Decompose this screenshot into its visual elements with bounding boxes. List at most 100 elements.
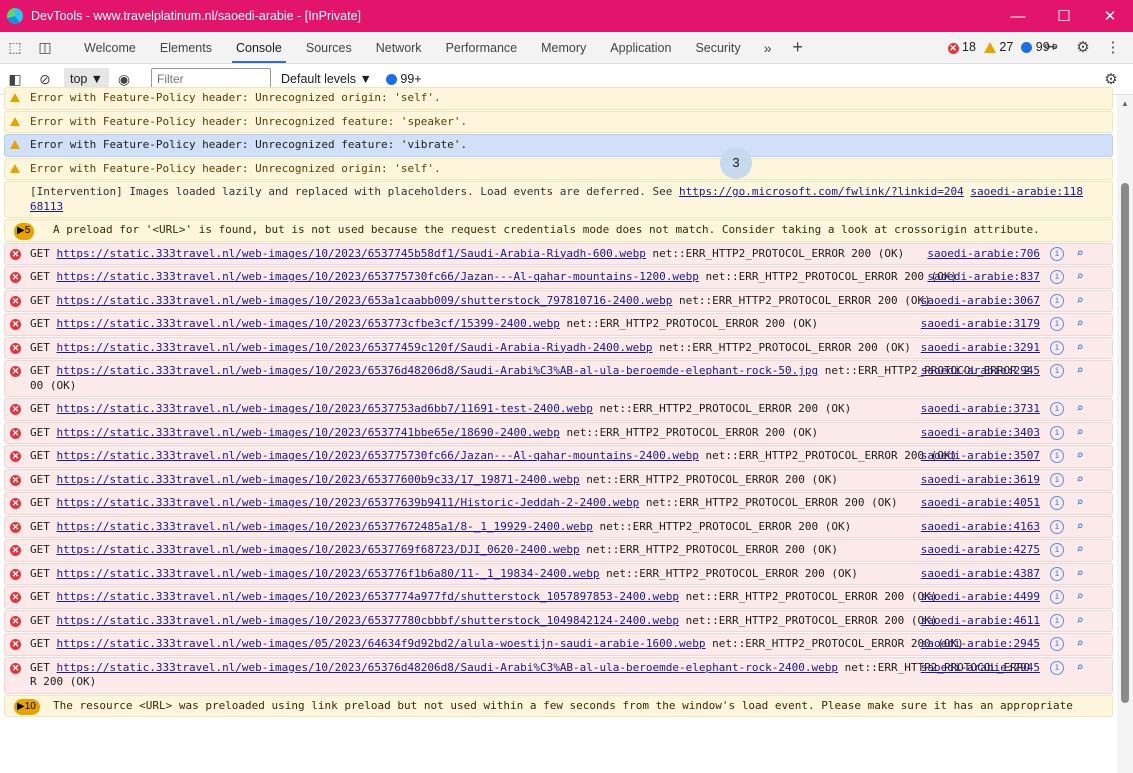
insights-icon[interactable]: i: [1050, 402, 1064, 416]
request-url-link[interactable]: https://static.333travel.nl/web-images/1…: [57, 567, 600, 580]
search-icon[interactable]: ⌕: [1074, 661, 1086, 673]
search-icon[interactable]: ⌕: [1074, 270, 1086, 282]
tab-memory[interactable]: Memory: [529, 33, 598, 63]
request-url-link[interactable]: https://static.333travel.nl/web-images/1…: [57, 473, 580, 486]
source-link[interactable]: saoedi-arabie:4163: [921, 520, 1040, 535]
search-icon[interactable]: ⌕: [1074, 341, 1086, 353]
connection-icon[interactable]: ⚯: [1037, 32, 1065, 62]
console-error-row[interactable]: ✕ GET https://static.333travel.nl/web-ima…: [4, 398, 1113, 421]
insights-icon[interactable]: i: [1050, 543, 1064, 557]
console-scrollbar[interactable]: ▲: [1117, 95, 1133, 773]
source-link[interactable]: saoedi-arabie:4499: [921, 590, 1040, 605]
search-icon[interactable]: ⌕: [1074, 543, 1086, 555]
search-icon[interactable]: ⌕: [1074, 294, 1086, 306]
console-error-row[interactable]: ✕ GET https://static.333travel.nl/web-ima…: [4, 656, 1113, 694]
insights-icon[interactable]: i: [1050, 660, 1064, 675]
console-error-row[interactable]: ✕ GET https://static.333travel.nl/web-ima…: [4, 539, 1113, 562]
source-link[interactable]: saoedi-arabie:4611: [921, 614, 1040, 629]
console-info-badge[interactable]: 99+: [385, 72, 422, 86]
request-url-link[interactable]: https://static.333travel.nl/web-images/1…: [57, 270, 699, 283]
console-warning-row[interactable]: Error with Feature-Policy header: Unreco…: [4, 87, 1113, 110]
console-warning-row[interactable]: Error with Feature-Policy header: Unreco…: [4, 157, 1113, 180]
source-link[interactable]: saoedi-arabie:2945: [921, 637, 1040, 652]
search-icon[interactable]: ⌕: [1074, 247, 1086, 259]
source-link[interactable]: saoedi-arabie:837: [927, 270, 1040, 285]
request-url-link[interactable]: https://static.333travel.nl/web-images/1…: [57, 590, 680, 603]
request-url-link[interactable]: https://static.333travel.nl/web-images/1…: [57, 496, 640, 509]
source-link[interactable]: saoedi-arabie:4275: [921, 543, 1040, 558]
more-tabs-icon[interactable]: »: [753, 33, 783, 63]
request-url-link[interactable]: https://static.333travel.nl/web-images/1…: [57, 247, 646, 260]
message-link[interactable]: https://go.microsoft.com/fwlink/?linkid=…: [679, 185, 964, 198]
tab-elements[interactable]: Elements: [148, 33, 224, 63]
insights-icon[interactable]: i: [1050, 637, 1064, 651]
insights-icon[interactable]: i: [1050, 364, 1064, 378]
device-emulation-icon[interactable]: ◫: [30, 33, 60, 63]
request-url-link[interactable]: https://static.333travel.nl/web-images/1…: [57, 364, 819, 377]
source-link[interactable]: saoedi-arabie:3619: [921, 473, 1040, 488]
request-url-link[interactable]: https://static.333travel.nl/web-images/1…: [57, 317, 560, 330]
search-icon[interactable]: ⌕: [1074, 637, 1086, 649]
expand-triangle-icon[interactable]: ▶: [17, 225, 25, 236]
console-error-row[interactable]: ✕ GET https://static.333travel.nl/web-ima…: [4, 242, 1113, 265]
more-options-icon[interactable]: ⋮: [1099, 32, 1127, 62]
search-icon[interactable]: ⌕: [1074, 426, 1086, 438]
request-url-link[interactable]: https://static.333travel.nl/web-images/1…: [57, 520, 593, 533]
insights-icon[interactable]: i: [1050, 449, 1064, 463]
tab-console[interactable]: Console: [224, 33, 294, 63]
console-error-row[interactable]: ✕ GET https://static.333travel.nl/web-ima…: [4, 360, 1113, 397]
settings-gear-icon[interactable]: ⚙: [1069, 32, 1097, 62]
tab-sources[interactable]: Sources: [294, 33, 364, 63]
search-icon[interactable]: ⌕: [1074, 614, 1086, 626]
request-url-link[interactable]: https://static.333travel.nl/web-images/1…: [57, 543, 580, 556]
source-link[interactable]: saoedi-arabie:706: [927, 247, 1040, 262]
request-url-link[interactable]: https://static.333travel.nl/web-images/1…: [57, 614, 680, 627]
search-icon[interactable]: ⌕: [1074, 567, 1086, 579]
source-link[interactable]: saoedi-arabie:2945: [921, 364, 1040, 379]
console-error-row[interactable]: ✕ GET https://static.333travel.nl/web-ima…: [4, 445, 1113, 468]
search-icon[interactable]: ⌕: [1074, 473, 1086, 485]
request-url-link[interactable]: https://static.333travel.nl/web-images/1…: [57, 426, 560, 439]
insights-icon[interactable]: i: [1050, 496, 1064, 510]
minimize-icon[interactable]: —: [995, 0, 1041, 32]
request-url-link[interactable]: https://static.333travel.nl/web-images/1…: [57, 402, 593, 415]
source-link[interactable]: saoedi-arabie:3179: [921, 317, 1040, 332]
request-url-link[interactable]: https://static.333travel.nl/web-images/1…: [57, 661, 838, 674]
tab-security[interactable]: Security: [683, 33, 752, 63]
add-tab-icon[interactable]: +: [783, 33, 813, 63]
tab-network[interactable]: Network: [364, 33, 434, 63]
insights-icon[interactable]: i: [1050, 425, 1064, 440]
search-icon[interactable]: ⌕: [1074, 402, 1086, 414]
console-error-row[interactable]: ✕ GET https://static.333travel.nl/web-ima…: [4, 336, 1113, 359]
tab-performance[interactable]: Performance: [434, 33, 530, 63]
insights-icon[interactable]: i: [1050, 246, 1064, 261]
scroll-up-icon[interactable]: ▲: [1121, 99, 1129, 108]
source-link[interactable]: saoedi-arabie:3507: [921, 449, 1040, 464]
search-icon[interactable]: ⌕: [1074, 364, 1086, 376]
insights-icon[interactable]: i: [1050, 566, 1064, 581]
source-link[interactable]: saoedi-arabie:4387: [921, 567, 1040, 582]
console-grouped-warning-row[interactable]: ▶5 A preload for '<URL>' is found, but is…: [4, 219, 1113, 242]
request-url-link[interactable]: https://static.333travel.nl/web-images/1…: [57, 449, 699, 462]
request-url-link[interactable]: https://static.333travel.nl/web-images/0…: [57, 637, 706, 650]
insights-icon[interactable]: i: [1050, 519, 1064, 534]
console-messages[interactable]: Error with Feature-Policy header: Unreco…: [0, 87, 1117, 765]
console-warning-row[interactable]: Error with Feature-Policy header: Unreco…: [4, 110, 1113, 133]
source-link[interactable]: saoedi-arabie:4051: [921, 496, 1040, 511]
console-error-row[interactable]: ✕ GET https://static.333travel.nl/web-ima…: [4, 562, 1113, 585]
console-error-row[interactable]: ✕ GET https://static.333travel.nl/web-ima…: [4, 266, 1113, 289]
expand-triangle-icon[interactable]: ▶: [17, 701, 25, 712]
search-icon[interactable]: ⌕: [1074, 520, 1086, 532]
console-error-row[interactable]: ✕ GET https://static.333travel.nl/web-ima…: [4, 421, 1113, 444]
console-grouped-warning-row[interactable]: ▶10 The resource <URL> was preloaded usin…: [4, 694, 1113, 717]
console-error-row[interactable]: ✕ GET https://static.333travel.nl/web-ima…: [4, 586, 1113, 609]
tab-application[interactable]: Application: [598, 33, 683, 63]
tab-welcome[interactable]: Welcome: [72, 33, 148, 63]
log-levels-dropdown[interactable]: Default levels ▼: [281, 72, 372, 86]
scrollbar-thumb[interactable]: [1121, 183, 1129, 703]
inspect-element-icon[interactable]: ⬚: [0, 33, 30, 63]
console-error-row[interactable]: ✕ GET https://static.333travel.nl/web-ima…: [4, 492, 1113, 515]
insights-icon[interactable]: i: [1050, 293, 1064, 308]
insights-icon[interactable]: i: [1050, 472, 1064, 487]
search-icon[interactable]: ⌕: [1074, 317, 1086, 329]
